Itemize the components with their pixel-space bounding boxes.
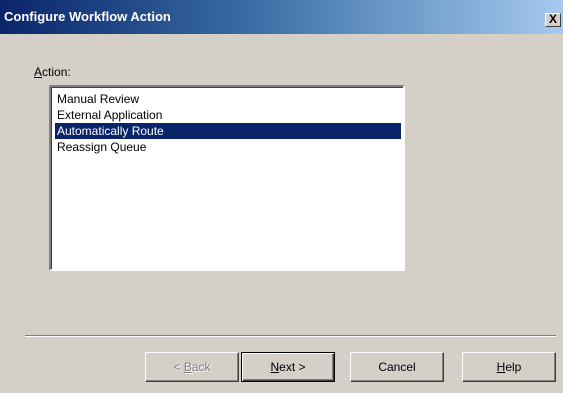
window-title: Configure Workflow Action	[4, 9, 171, 24]
cancel-button[interactable]: Cancel	[350, 352, 444, 382]
list-item-reassign-queue[interactable]: Reassign Queue	[55, 139, 401, 155]
close-button[interactable]: X	[545, 13, 561, 27]
back-button-accel: B	[183, 360, 192, 374]
action-label-rest: ction:	[42, 65, 71, 79]
list-item-external-application[interactable]: External Application	[55, 107, 401, 123]
next-button-accel: N	[270, 360, 280, 374]
action-list: Manual Review External Application Autom…	[55, 91, 401, 155]
close-icon: X	[548, 13, 557, 26]
next-button-rest: ext >	[279, 360, 306, 374]
action-label-accel: A	[34, 65, 43, 79]
list-item-manual-review[interactable]: Manual Review	[55, 91, 401, 107]
separator	[25, 335, 556, 337]
action-listbox[interactable]: Manual Review External Application Autom…	[49, 85, 405, 271]
back-button[interactable]: < Back	[145, 352, 239, 382]
back-button-rest: ack	[191, 360, 211, 374]
next-button[interactable]: Next >	[241, 352, 335, 382]
help-button[interactable]: Help	[462, 352, 556, 382]
back-button-prefix: <	[173, 360, 184, 374]
title-bar[interactable]: Configure Workflow Action X	[0, 0, 563, 34]
help-button-rest: elp	[505, 360, 522, 374]
action-label: Action:	[34, 65, 71, 79]
configure-workflow-action-dialog: Configure Workflow Action X Action: Manu…	[0, 0, 563, 393]
list-item-automatically-route[interactable]: Automatically Route	[55, 123, 401, 139]
